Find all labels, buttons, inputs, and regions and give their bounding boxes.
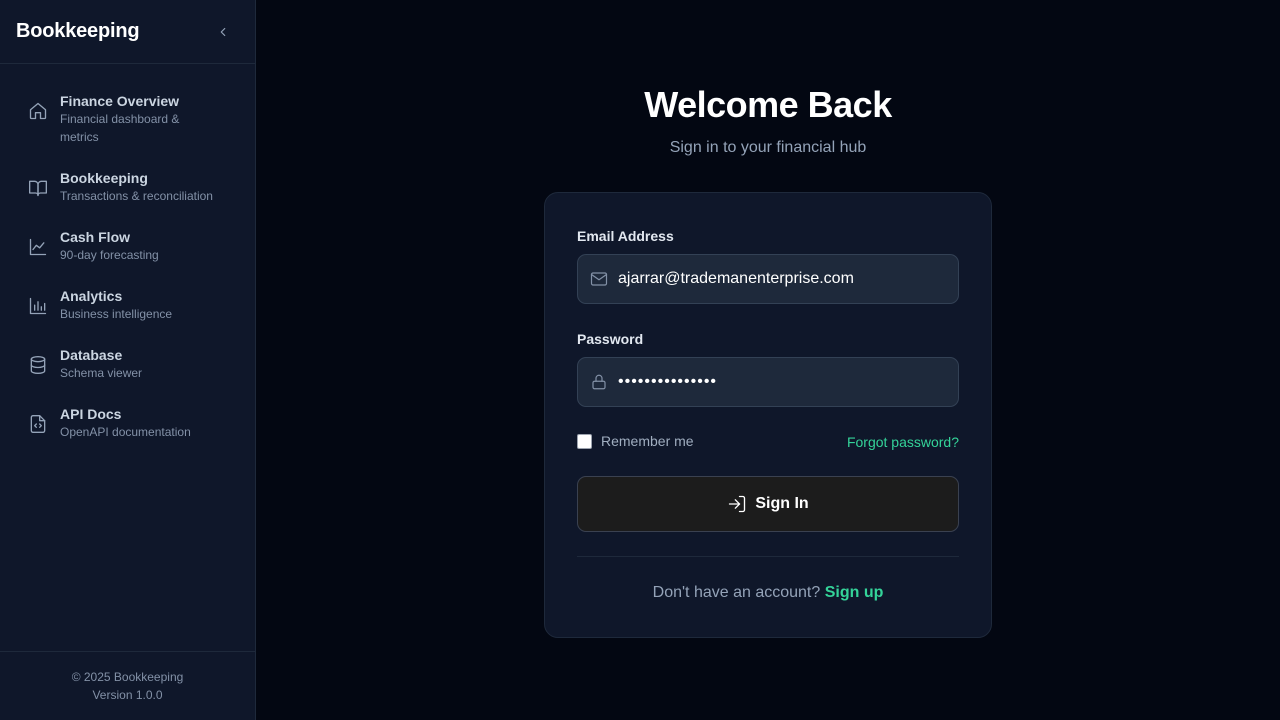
sidebar: Bookkeeping Finance Overview Financial d… xyxy=(0,0,256,720)
sidebar-item-subtitle: 90-day forecasting xyxy=(60,248,159,262)
sidebar-item-analytics[interactable]: Analytics Business intelligence xyxy=(12,277,243,333)
sidebar-item-api-docs[interactable]: API Docs OpenAPI documentation xyxy=(12,395,243,451)
sidebar-item-title: Finance Overview xyxy=(60,93,180,109)
password-field[interactable]: ••••••••••••••• xyxy=(577,357,959,407)
page-title: Welcome Back xyxy=(644,84,892,125)
database-icon xyxy=(26,353,50,377)
sidebar-item-subtitle: Business intelligence xyxy=(60,307,173,321)
book-icon xyxy=(26,176,50,200)
signup-row: Don't have an account? Sign up xyxy=(545,584,991,602)
code-file-icon xyxy=(26,412,50,436)
mail-icon xyxy=(590,270,608,288)
sidebar-item-title: Bookkeeping xyxy=(60,170,148,186)
bar-chart-icon xyxy=(26,294,50,318)
sidebar-item-cash-flow[interactable]: Cash Flow 90-day forecasting xyxy=(12,218,243,274)
sidebar-item-title: API Docs xyxy=(60,406,122,422)
sidebar-item-title: Database xyxy=(60,347,123,363)
password-label: Password xyxy=(577,331,644,347)
log-in-icon xyxy=(729,495,746,513)
sidebar-item-subtitle: Schema viewer xyxy=(60,366,143,380)
copyright-text: © 2025 Bookkeeping xyxy=(71,670,184,684)
email-value: ajarrar@trademanenterprise.com xyxy=(618,270,854,287)
lock-icon xyxy=(590,373,608,391)
main-content: Welcome Back Sign in to your financial h… xyxy=(256,0,1280,720)
signup-prompt: Don't have an account? xyxy=(652,584,825,601)
sidebar-item-title: Cash Flow xyxy=(60,229,131,245)
remember-me-checkbox[interactable] xyxy=(577,433,592,449)
sidebar-item-database[interactable]: Database Schema viewer xyxy=(12,336,243,392)
sign-up-link[interactable]: Sign up xyxy=(825,584,884,601)
login-card: Email Address ajarrar@trademanenterprise… xyxy=(544,192,992,638)
email-label: Email Address xyxy=(577,228,674,244)
sidebar-item-finance-overview[interactable]: Finance Overview Financial dashboard & m… xyxy=(12,82,243,156)
sign-in-label: Sign In xyxy=(755,495,809,512)
sidebar-item-title: Analytics xyxy=(60,288,123,304)
chevron-left-icon xyxy=(220,27,226,36)
remember-me[interactable]: Remember me xyxy=(577,433,694,449)
sidebar-item-bookkeeping[interactable]: Bookkeeping Transactions & reconciliatio… xyxy=(12,159,243,215)
sidebar-item-subtitle: Transactions & reconciliation xyxy=(60,189,213,203)
sidebar-footer: © 2025 Bookkeeping Version 1.0.0 xyxy=(0,651,255,720)
sidebar-item-subtitle: OpenAPI documentation xyxy=(60,425,191,439)
sidebar-item-subtitle: Financial dashboard & metrics xyxy=(60,112,180,144)
line-chart-icon xyxy=(26,235,50,259)
divider xyxy=(577,556,959,557)
collapse-sidebar-button[interactable] xyxy=(215,24,231,40)
page-subtitle: Sign in to your financial hub xyxy=(669,139,867,156)
brand-title: Bookkeeping xyxy=(16,20,140,42)
version-text: Version 1.0.0 xyxy=(92,688,163,702)
sidebar-header: Bookkeeping xyxy=(0,0,255,64)
sidebar-nav: Finance Overview Financial dashboard & m… xyxy=(12,82,243,454)
home-icon xyxy=(26,99,50,123)
email-field[interactable]: ajarrar@trademanenterprise.com xyxy=(577,254,959,304)
forgot-password-link[interactable]: Forgot password? xyxy=(847,434,959,450)
sign-in-button[interactable]: Sign In xyxy=(577,476,959,532)
password-value: ••••••••••••••• xyxy=(618,373,718,390)
remember-me-label: Remember me xyxy=(601,433,694,449)
